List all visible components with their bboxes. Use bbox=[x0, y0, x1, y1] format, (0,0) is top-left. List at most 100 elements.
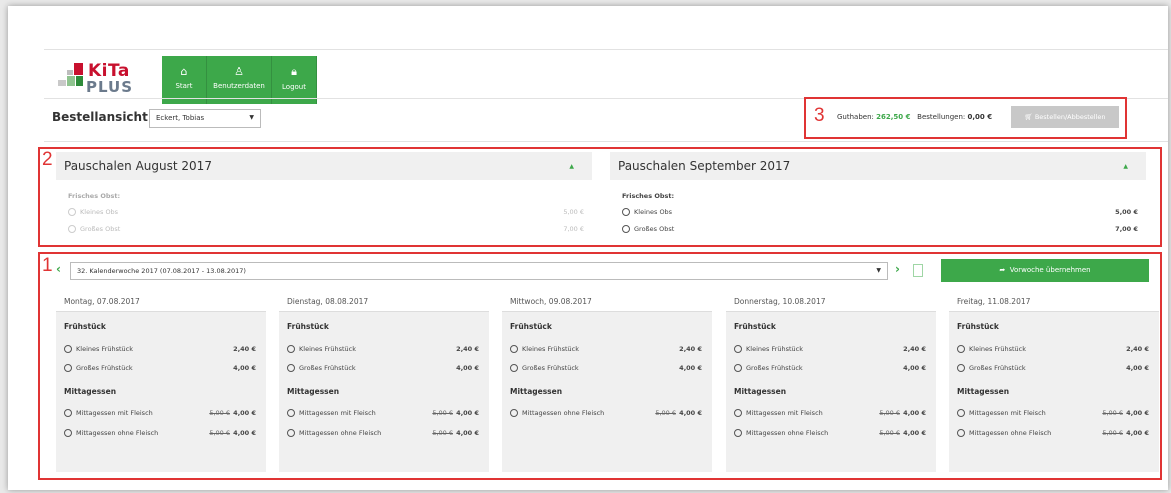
day-date: Donnerstag, 10.08.2017 bbox=[726, 290, 936, 312]
radio-icon[interactable] bbox=[957, 345, 965, 353]
menu-option-price: 4,00 € bbox=[456, 364, 479, 372]
marker-2: 2 bbox=[42, 149, 53, 170]
radio-icon[interactable] bbox=[510, 364, 518, 372]
radio-icon[interactable] bbox=[287, 364, 295, 372]
week-select[interactable]: 32. Kalenderwoche 2017 (07.08.2017 - 13.… bbox=[70, 262, 888, 280]
menu-option[interactable]: Mittagessen ohne Fleisch 5,00 €4,00 € bbox=[957, 429, 1149, 437]
menu-option-label: Mittagessen mit Fleisch bbox=[969, 409, 1046, 417]
radio-icon[interactable] bbox=[622, 208, 630, 216]
menu-option-price: 4,00 € bbox=[679, 364, 702, 372]
menu-option[interactable]: Kleines Frühstück 2,40 € bbox=[287, 345, 479, 353]
radio-icon[interactable] bbox=[64, 364, 72, 372]
cart-icon: 🛒︎ bbox=[1024, 113, 1033, 121]
radio-icon[interactable] bbox=[287, 429, 295, 437]
radio-icon[interactable] bbox=[957, 409, 965, 417]
menu-option-price: 4,00 € bbox=[1126, 364, 1149, 372]
menu-option[interactable]: Kleines Frühstück 2,40 € bbox=[64, 345, 256, 353]
radio-icon[interactable] bbox=[64, 409, 72, 417]
order-button[interactable]: 🛒︎ Bestellen/Abbestellen bbox=[1011, 106, 1119, 128]
day-column: Donnerstag, 10.08.2017 Frühstück Kleines… bbox=[726, 290, 936, 472]
radio-icon[interactable] bbox=[68, 225, 76, 233]
pauschale-option[interactable]: Großes Obst 7,00 € bbox=[68, 225, 584, 233]
radio-icon[interactable] bbox=[287, 409, 295, 417]
day-menu-panel: Frühstück Kleines Frühstück 2,40 € Großes… bbox=[726, 312, 936, 472]
menu-option[interactable]: Großes Frühstück 4,00 € bbox=[64, 364, 256, 372]
menu-option-label: Mittagessen mit Fleisch bbox=[746, 409, 823, 417]
radio-icon[interactable] bbox=[734, 409, 742, 417]
menu-option[interactable]: Mittagessen ohne Fleisch 5,00 €4,00 € bbox=[510, 409, 702, 417]
breakfast-heading: Frühstück bbox=[734, 322, 776, 331]
old-price: 5,00 € bbox=[209, 409, 230, 417]
menu-option-price: 4,00 € bbox=[679, 409, 702, 417]
prev-week-chevron-icon[interactable]: ‹ bbox=[56, 262, 61, 276]
nav-benutzerdaten[interactable]: ♙ Benutzerdaten bbox=[207, 56, 272, 104]
menu-option[interactable]: Mittagessen mit Fleisch 5,00 €4,00 € bbox=[287, 409, 479, 417]
menu-option[interactable]: Großes Frühstück 4,00 € bbox=[734, 364, 926, 372]
pauschale-option[interactable]: Kleines Obs 5,00 € bbox=[622, 208, 1138, 216]
collapse-icon[interactable]: ▲ bbox=[569, 163, 574, 170]
menu-option-label: Mittagessen ohne Fleisch bbox=[76, 429, 159, 437]
radio-icon[interactable] bbox=[64, 345, 72, 353]
menu-option[interactable]: Kleines Frühstück 2,40 € bbox=[510, 345, 702, 353]
marker-3: 3 bbox=[814, 105, 825, 126]
pauschale-option[interactable]: Großes Obst 7,00 € bbox=[622, 225, 1138, 233]
radio-icon[interactable] bbox=[957, 364, 965, 372]
breakfast-heading: Frühstück bbox=[957, 322, 999, 331]
nav-logout[interactable]: 🔒︎ Logout bbox=[272, 56, 317, 104]
menu-option[interactable]: Kleines Frühstück 2,40 € bbox=[734, 345, 926, 353]
balance-info: Guthaben: 262,50 € Bestellungen: 0,00 € bbox=[837, 113, 992, 121]
radio-icon[interactable] bbox=[622, 225, 630, 233]
menu-option-label: Mittagessen ohne Fleisch bbox=[522, 409, 605, 417]
menu-option[interactable]: Mittagessen mit Fleisch 5,00 €4,00 € bbox=[64, 409, 256, 417]
collapse-icon[interactable]: ▲ bbox=[1123, 163, 1128, 170]
pauschale-price: 5,00 € bbox=[1115, 208, 1138, 216]
menu-option[interactable]: Mittagessen ohne Fleisch 5,00 €4,00 € bbox=[287, 429, 479, 437]
radio-icon[interactable] bbox=[957, 429, 965, 437]
menu-option[interactable]: Großes Frühstück 4,00 € bbox=[957, 364, 1149, 372]
pauschalen-august-header[interactable]: Pauschalen August 2017 ▲ bbox=[56, 152, 592, 180]
menu-option[interactable]: Großes Frühstück 4,00 € bbox=[287, 364, 479, 372]
menu-option-price: 4,00 € bbox=[903, 364, 926, 372]
nav-start[interactable]: ⌂ Start bbox=[162, 56, 207, 104]
radio-icon[interactable] bbox=[64, 429, 72, 437]
menu-option[interactable]: Mittagessen ohne Fleisch 5,00 €4,00 € bbox=[64, 429, 256, 437]
menu-option[interactable]: Großes Frühstück 4,00 € bbox=[510, 364, 702, 372]
radio-icon[interactable] bbox=[287, 345, 295, 353]
menu-option[interactable]: Mittagessen ohne Fleisch 5,00 €4,00 € bbox=[734, 429, 926, 437]
radio-icon[interactable] bbox=[510, 409, 518, 417]
menu-option-price: 4,00 € bbox=[233, 409, 256, 417]
radio-icon[interactable] bbox=[734, 429, 742, 437]
radio-icon[interactable] bbox=[68, 208, 76, 216]
document-icon[interactable] bbox=[913, 264, 923, 277]
menu-option[interactable]: Mittagessen mit Fleisch 5,00 €4,00 € bbox=[734, 409, 926, 417]
pauschale-label: Großes Obst bbox=[80, 225, 121, 233]
menu-option-price: 4,00 € bbox=[903, 429, 926, 437]
old-price: 5,00 € bbox=[432, 409, 453, 417]
lunch-heading: Mittagessen bbox=[64, 387, 117, 396]
old-price: 5,00 € bbox=[1102, 429, 1123, 437]
main-nav: ⌂ Start ♙ Benutzerdaten 🔒︎ Logout bbox=[162, 56, 317, 104]
next-week-chevron-icon[interactable]: › bbox=[895, 262, 900, 276]
pauschalen-september-header[interactable]: Pauschalen September 2017 ▲ bbox=[610, 152, 1146, 180]
menu-option-price: 2,40 € bbox=[456, 345, 479, 353]
pauschale-price: 7,00 € bbox=[563, 225, 584, 233]
menu-option-label: Großes Frühstück bbox=[76, 364, 133, 372]
copy-previous-week-button[interactable]: ➦ Vorwoche übernehmen bbox=[941, 259, 1149, 282]
menu-option-price: 4,00 € bbox=[903, 409, 926, 417]
pauschalen-august-panel: Pauschalen August 2017 ▲ Frisches Obst: … bbox=[56, 152, 592, 244]
radio-icon[interactable] bbox=[734, 345, 742, 353]
caret-down-icon: ▼ bbox=[249, 114, 254, 121]
lunch-heading: Mittagessen bbox=[734, 387, 787, 396]
menu-option[interactable]: Mittagessen mit Fleisch 5,00 €4,00 € bbox=[957, 409, 1149, 417]
radio-icon[interactable] bbox=[510, 345, 518, 353]
user-select[interactable]: Eckert, Tobias ▼ bbox=[149, 109, 261, 128]
pauschale-option[interactable]: Kleines Obs 5,00 € bbox=[68, 208, 584, 216]
day-date: Freitag, 11.08.2017 bbox=[949, 290, 1159, 312]
day-date: Montag, 07.08.2017 bbox=[56, 290, 266, 312]
lock-icon: 🔒︎ bbox=[291, 65, 297, 78]
pauschalen-september-panel: Pauschalen September 2017 ▲ Frisches Obs… bbox=[610, 152, 1146, 244]
old-price: 5,00 € bbox=[432, 429, 453, 437]
copy-previous-week-label: Vorwoche übernehmen bbox=[1009, 266, 1091, 274]
radio-icon[interactable] bbox=[734, 364, 742, 372]
menu-option[interactable]: Kleines Frühstück 2,40 € bbox=[957, 345, 1149, 353]
